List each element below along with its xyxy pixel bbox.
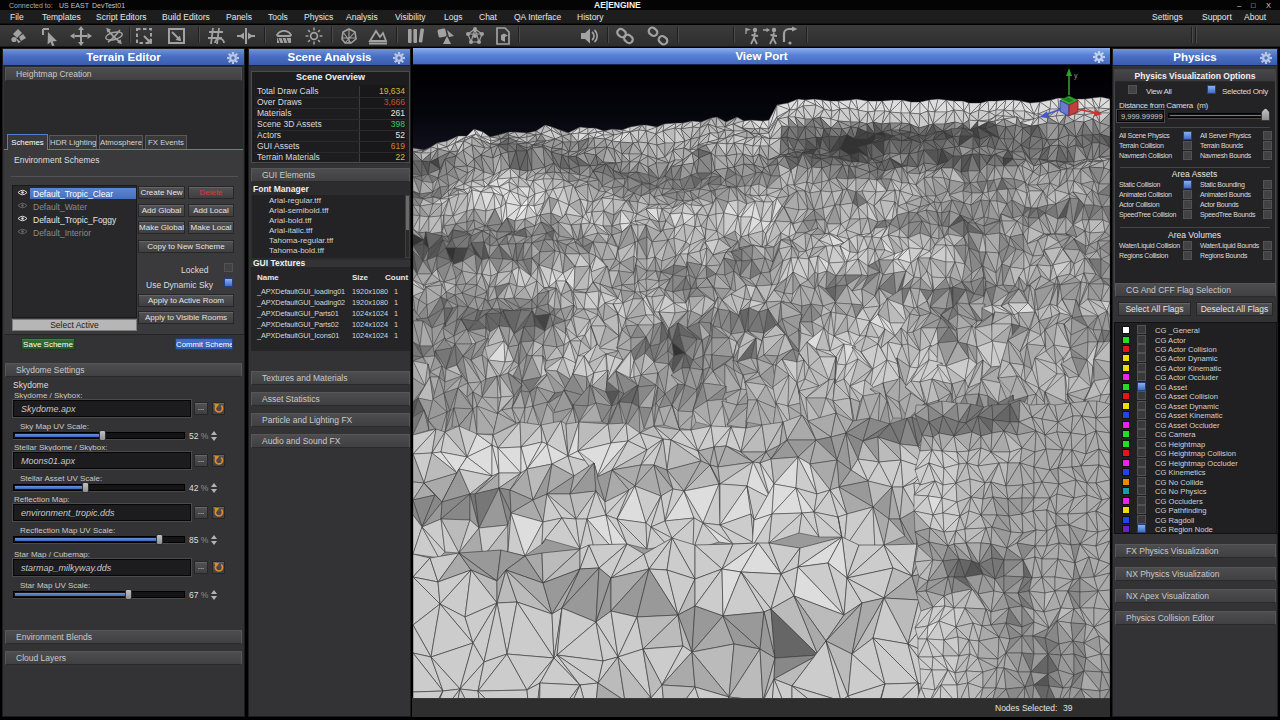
svg-text:y: y	[1074, 72, 1078, 80]
